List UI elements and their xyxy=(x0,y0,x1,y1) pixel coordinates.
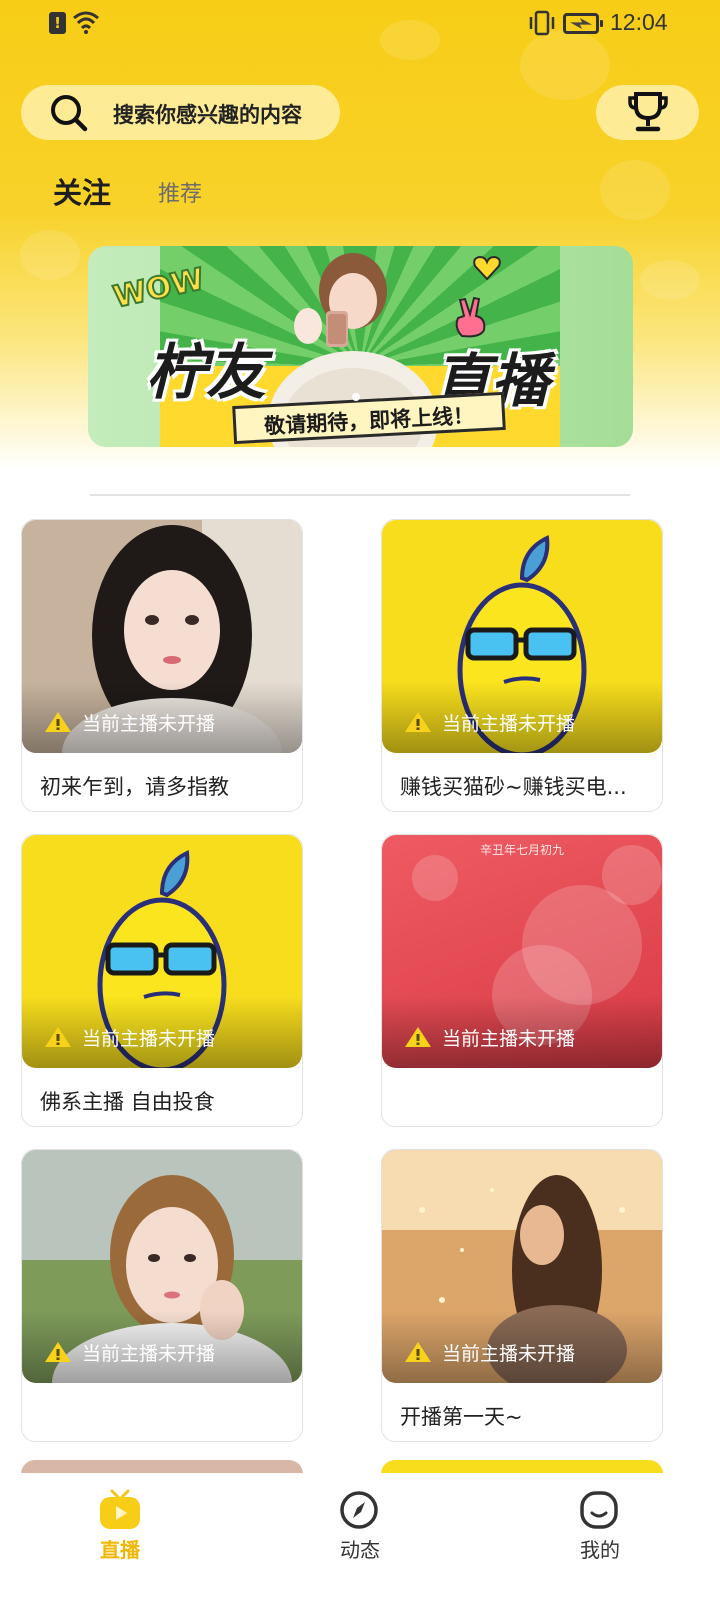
live-room-card[interactable]: 当前主播未开播 佛系主播 自由投食 xyxy=(21,834,303,1127)
live-room-card[interactable]: 当前主播未开播 开播第一天~ xyxy=(381,1149,663,1442)
trophy-icon xyxy=(628,92,668,132)
live-room-card[interactable]: 当前主播未开播 初来乍到，请多指教 xyxy=(21,519,303,812)
tab-recommend[interactable]: 推荐 xyxy=(158,176,202,208)
nav-mine-label: 我的 xyxy=(580,1538,620,1562)
card-status: 当前主播未开播 xyxy=(404,708,575,736)
warning-icon xyxy=(45,712,71,732)
nav-mine[interactable]: 我的 xyxy=(540,1473,660,1600)
section-divider xyxy=(90,494,630,496)
card-title: 开播第一天~ xyxy=(400,1405,523,1429)
search-input[interactable]: 搜索你感兴趣的内容 xyxy=(21,85,340,140)
card-status: 当前主播未开播 xyxy=(404,1023,575,1051)
nav-live-label: 直播 xyxy=(100,1538,140,1562)
card-status: 当前主播未开播 xyxy=(404,1338,575,1366)
card-title: 佛系主播 自由投食 xyxy=(40,1090,215,1114)
search-icon xyxy=(51,95,88,132)
compass-icon xyxy=(340,1491,378,1529)
warning-icon xyxy=(45,1027,71,1047)
status-bar: ! 12:04 xyxy=(0,0,720,48)
warning-icon xyxy=(405,712,431,732)
card-title: 初来乍到，请多指教 xyxy=(40,775,229,799)
card-status: 当前主播未开播 xyxy=(44,708,215,736)
promo-banner[interactable]: WOW 柠友 直播 敬请期待，即将上线！ xyxy=(88,246,633,447)
calendar-date-text: 辛丑年七月初九 xyxy=(479,843,564,857)
nav-feed-label: 动态 xyxy=(340,1538,380,1562)
peace-hand-icon xyxy=(455,296,486,338)
warning-icon xyxy=(45,1342,71,1362)
bottom-navigation: 直播 动态 我的 xyxy=(0,1473,720,1600)
heart-icon xyxy=(473,256,501,280)
nav-live[interactable]: 直播 xyxy=(60,1473,180,1600)
leaderboard-button[interactable] xyxy=(596,85,699,140)
live-tv-icon xyxy=(100,1489,140,1529)
nav-feed[interactable]: 动态 xyxy=(300,1473,420,1600)
vibrate-icon xyxy=(529,10,555,36)
search-placeholder: 搜索你感兴趣的内容 xyxy=(113,103,302,127)
card-status: 当前主播未开播 xyxy=(44,1023,215,1051)
battery-charging-icon xyxy=(563,13,603,34)
live-room-card[interactable]: 当前主播未开播 xyxy=(21,1149,303,1442)
smiley-profile-icon xyxy=(580,1491,618,1529)
live-room-card[interactable]: 辛丑年七月初九 当前主播未开播 xyxy=(381,834,663,1127)
warning-icon xyxy=(405,1027,431,1047)
clock: 12:04 xyxy=(610,9,668,35)
card-status: 当前主播未开播 xyxy=(44,1338,215,1366)
banner-left-title: 柠友 xyxy=(146,338,266,408)
card-title: 赚钱买猫砂~赚钱买电... xyxy=(400,775,627,799)
warning-icon xyxy=(405,1342,431,1362)
tab-follow[interactable]: 关注 xyxy=(53,170,111,212)
banner-pager-dot xyxy=(352,393,360,401)
live-room-card[interactable]: 当前主播未开播 赚钱买猫砂~赚钱买电... xyxy=(381,519,663,812)
wifi-icon xyxy=(73,11,99,34)
alert-icon: ! xyxy=(49,12,66,34)
